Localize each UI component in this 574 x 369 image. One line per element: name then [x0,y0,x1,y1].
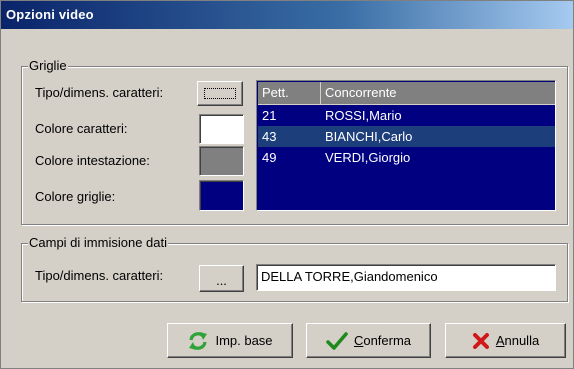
campi-legend: Campi di immisione dati [28,235,168,251]
grid-body: Pett. Concorrente 21 ROSSI,Mario 43 BIAN… [258,82,555,210]
grid-font-button[interactable] [197,81,243,106]
text-color-label: Colore caratteri: [35,121,128,136]
title-bar[interactable]: Opzioni video [1,1,573,29]
text-color-swatch[interactable] [199,114,244,144]
cell-pett: 49 [262,150,277,165]
refresh-arrows-icon [187,330,209,352]
cell-pett: 43 [262,129,277,144]
table-row[interactable]: 21 ROSSI,Mario [258,105,555,126]
cell-concorrente: BIANCHI,Carlo [325,129,413,144]
sample-text-value: DELLA TORRE,Giandomenico [261,269,438,284]
x-icon [472,332,490,350]
annulla-button[interactable]: Annulla [445,323,566,358]
column-header-pett[interactable]: Pett. [258,82,320,104]
options-dialog: Opzioni video Griglie Tipo/dimens. carat… [0,0,574,369]
cell-concorrente: VERDI,Giorgio [325,150,411,165]
grid-color-label: Colore griglie: [35,189,116,204]
input-font-button[interactable]: ... [199,265,244,292]
input-font-label: Tipo/dimens. caratteri: [35,268,164,283]
cell-concorrente: ROSSI,Mario [325,108,402,123]
conferma-button[interactable]: Conferma [306,323,431,358]
grid-color-swatch[interactable] [199,180,244,211]
grid-header: Pett. Concorrente [258,82,555,105]
cell-pett: 21 [262,108,277,123]
header-color-swatch[interactable] [199,146,244,176]
grid-font-label: Tipo/dimens. caratteri: [35,85,164,100]
table-row[interactable]: 43 BIANCHI,Carlo [258,126,555,147]
griglie-legend: Griglie [28,58,68,74]
window-title: Opzioni video [6,7,94,22]
preview-grid[interactable]: Pett. Concorrente 21 ROSSI,Mario 43 BIAN… [256,80,556,211]
imp-base-label: Imp. base [215,333,273,348]
input-font-button-label: ... [216,273,227,288]
sample-text-field[interactable]: DELLA TORRE,Giandomenico [256,264,556,291]
table-row[interactable]: 49 VERDI,Giorgio [258,147,555,168]
conferma-label: Conferma [353,333,412,348]
imp-base-button[interactable]: Imp. base [167,323,293,358]
header-color-label: Colore intestazione: [35,153,150,168]
focus-rect [204,88,236,99]
annulla-label: Annulla [495,333,540,348]
check-icon [326,331,348,351]
column-header-concorrente[interactable]: Concorrente [321,82,553,104]
